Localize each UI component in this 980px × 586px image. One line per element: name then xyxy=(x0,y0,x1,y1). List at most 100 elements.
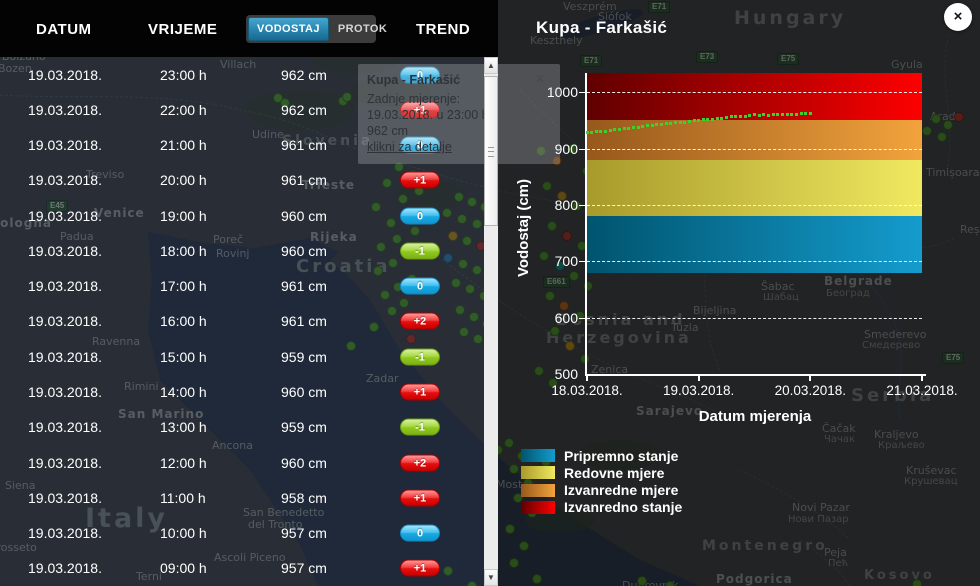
data-point xyxy=(748,114,752,118)
row-time: 10:00 h xyxy=(160,525,207,542)
row-date: 19.03.2018. xyxy=(28,66,102,83)
legend-swatch xyxy=(521,500,555,514)
row-water-level: 961 cm xyxy=(281,313,327,330)
row-water-level: 960 cm xyxy=(281,454,327,471)
scrollbar-down-button[interactable]: ▼ xyxy=(484,569,498,586)
y-tick-label: 500 xyxy=(554,366,578,382)
trend-badge: +2 xyxy=(400,312,440,330)
row-water-level: 961 cm xyxy=(281,172,327,189)
row-time: 17:00 h xyxy=(160,278,207,295)
data-point xyxy=(780,113,784,117)
station-tooltip: Kupa - Farkašić × Zadnje mjerenje: 19.03… xyxy=(358,64,560,164)
data-point xyxy=(697,118,701,122)
data-point xyxy=(645,124,649,128)
row-water-level: 960 cm xyxy=(281,384,327,401)
x-tick xyxy=(586,376,588,381)
data-point xyxy=(706,117,710,121)
row-water-level: 960 cm xyxy=(281,242,327,259)
grid-line-600 xyxy=(587,317,922,319)
data-point xyxy=(608,128,612,132)
table-header: DATUM VRIJEME VODOSTAJ PROTOK TREND xyxy=(0,0,498,57)
row-time: 12:00 h xyxy=(160,454,207,471)
trend-badge: -1 xyxy=(400,418,440,436)
tooltip-datetime: 19.03.2018. u 23:00 h xyxy=(367,108,489,122)
data-point xyxy=(790,112,794,116)
row-date: 19.03.2018. xyxy=(28,101,102,118)
row-time: 09:00 h xyxy=(160,560,207,577)
row-time: 11:00 h xyxy=(160,489,206,506)
row-water-level: 961 cm xyxy=(281,137,327,154)
scrollbar-thumb[interactable] xyxy=(484,76,498,226)
tooltip-title: Kupa - Farkašić xyxy=(367,73,461,87)
data-point xyxy=(692,119,696,123)
x-tick-label: 21.03.2018. xyxy=(886,383,958,398)
table-row: 19.03.2018. 20:00 h 961 cm +1 xyxy=(0,163,484,198)
row-time: 19:00 h xyxy=(160,207,207,224)
data-point xyxy=(725,116,729,120)
row-water-level: 958 cm xyxy=(281,489,327,506)
data-point xyxy=(757,113,761,117)
row-date: 19.03.2018. xyxy=(28,419,102,436)
data-point xyxy=(734,115,738,119)
column-header-trend: TREND xyxy=(416,21,471,38)
row-time: 15:00 h xyxy=(160,348,207,365)
data-point xyxy=(794,112,798,116)
x-axis-line xyxy=(585,374,926,376)
data-point xyxy=(762,113,766,117)
table-scrollbar[interactable]: ▲ ▼ xyxy=(484,57,498,586)
data-point xyxy=(808,112,812,116)
row-date: 19.03.2018. xyxy=(28,172,102,189)
trend-badge: +1 xyxy=(400,171,440,189)
grid-line-800 xyxy=(587,204,922,206)
data-point xyxy=(632,126,636,130)
data-point xyxy=(604,129,608,133)
data-point xyxy=(664,122,668,126)
data-point xyxy=(650,123,654,127)
legend-swatch xyxy=(521,483,555,497)
row-time: 21:00 h xyxy=(160,137,207,154)
table-row: 19.03.2018. 14:00 h 960 cm +1 xyxy=(0,374,484,409)
grid-line-1000 xyxy=(587,92,922,94)
table-row: 19.03.2018. 18:00 h 960 cm -1 xyxy=(0,233,484,268)
x-tick-label: 20.03.2018. xyxy=(774,383,846,398)
data-point xyxy=(711,117,715,121)
legend-item: Pripremno stanje xyxy=(521,447,678,464)
row-water-level: 957 cm xyxy=(281,560,327,577)
data-point xyxy=(701,118,705,122)
x-tick-label: 18.03.2018. xyxy=(551,383,623,398)
tooltip-value: 962 cm xyxy=(367,124,408,138)
tooltip-close-icon[interactable]: × xyxy=(536,71,544,85)
row-water-level: 960 cm xyxy=(281,207,327,224)
trend-badge: +2 xyxy=(400,454,440,472)
x-tick xyxy=(697,376,700,381)
data-point xyxy=(739,114,743,118)
row-date: 19.03.2018. xyxy=(28,348,102,365)
x-tick-label: 19.03.2018. xyxy=(662,383,735,398)
vodostaj-button[interactable]: VODOSTAJ xyxy=(248,17,329,41)
row-water-level: 961 cm xyxy=(281,278,327,295)
y-tick-label: 700 xyxy=(554,253,578,270)
table-row: 19.03.2018. 19:00 h 960 cm 0 xyxy=(0,198,484,233)
scrollbar-up-button[interactable]: ▲ xyxy=(484,57,498,74)
table-row: 19.03.2018. 16:00 h 961 cm +2 xyxy=(0,304,484,339)
trend-badge: +1 xyxy=(400,383,440,401)
legend-label: Izvanredno stanje xyxy=(564,499,683,516)
grid-line-700 xyxy=(587,261,922,263)
alarm-band-redovne-mjere xyxy=(587,159,922,217)
row-time: 16:00 h xyxy=(160,313,207,330)
data-point xyxy=(804,112,808,116)
row-time: 13:00 h xyxy=(160,419,207,436)
table-row: 19.03.2018. 09:00 h 957 cm +1 xyxy=(0,551,484,586)
y-tick-label: 600 xyxy=(554,309,578,326)
row-date: 19.03.2018. xyxy=(28,137,102,154)
tooltip-details-link[interactable]: klikni za detalje xyxy=(367,140,452,154)
trend-badge: 0 xyxy=(400,277,440,295)
protok-button[interactable]: PROTOK xyxy=(329,17,396,41)
column-header-datum: DATUM xyxy=(36,21,92,38)
data-point xyxy=(776,112,780,116)
data-point xyxy=(627,126,631,130)
legend-item: Izvanredne mjere xyxy=(521,482,678,499)
trend-badge: +1 xyxy=(400,559,440,577)
data-point xyxy=(622,127,626,131)
data-point xyxy=(636,125,640,129)
